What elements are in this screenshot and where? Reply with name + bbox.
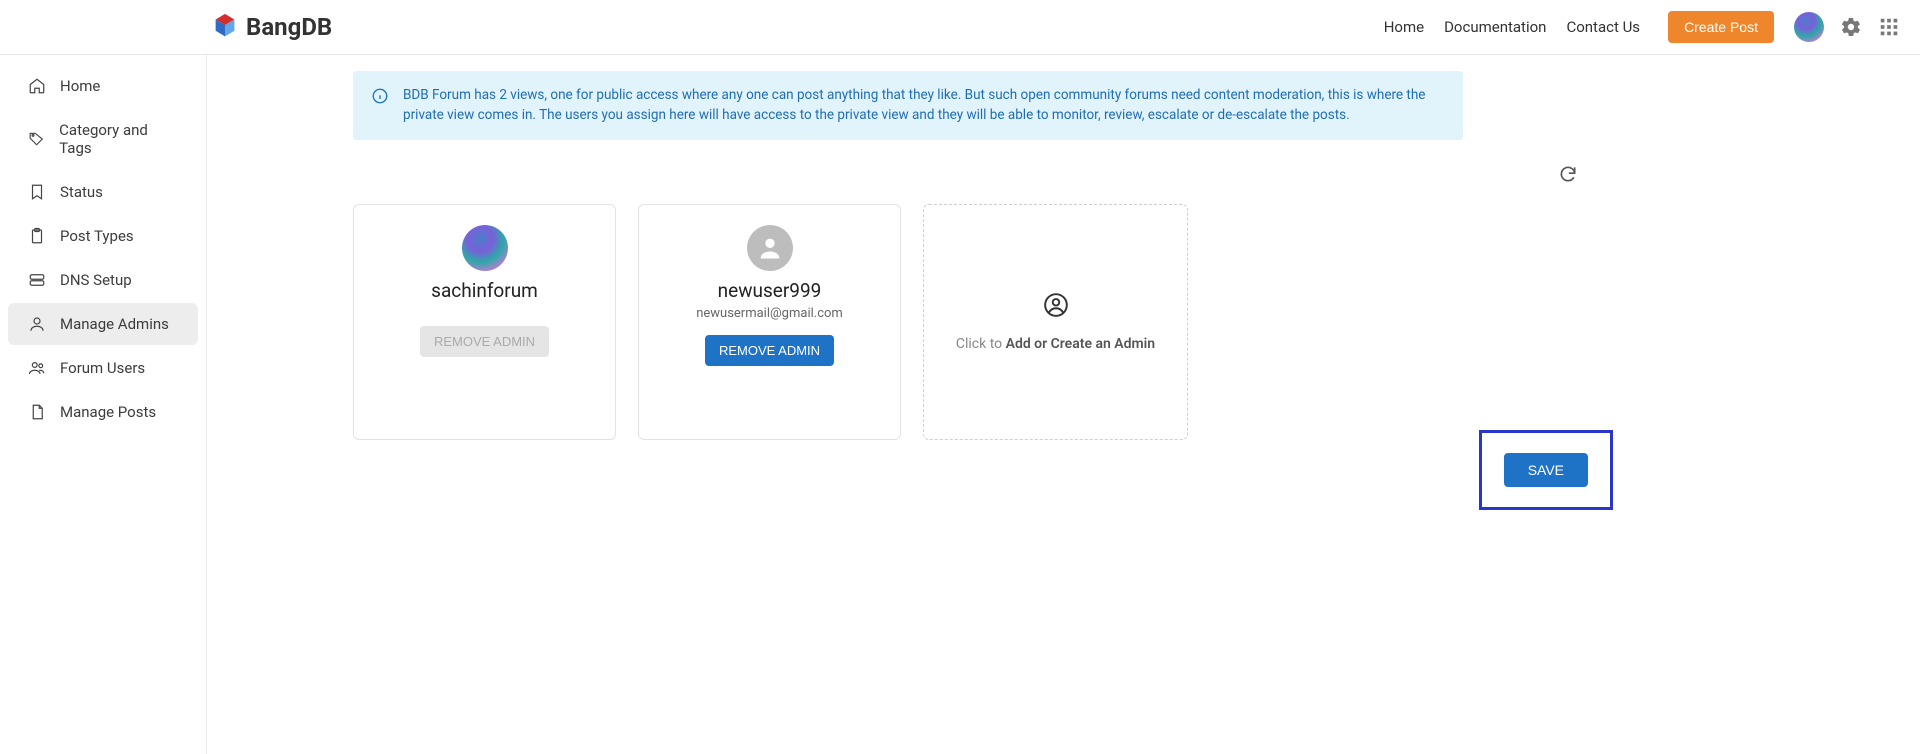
- main-content: BDB Forum has 2 views, one for public ac…: [207, 55, 1920, 754]
- info-banner: BDB Forum has 2 views, one for public ac…: [353, 71, 1463, 140]
- bookmark-icon: [28, 183, 46, 201]
- nav-home[interactable]: Home: [1384, 18, 1424, 36]
- nav-contact-us[interactable]: Contact Us: [1566, 18, 1640, 36]
- sidebar-item-dns-setup[interactable]: DNS Setup: [8, 259, 198, 301]
- nav-links: Home Documentation Contact Us Create Pos…: [1384, 11, 1774, 43]
- sidebar-item-status[interactable]: Status: [8, 171, 198, 213]
- admin-email: newusermail@gmail.com: [696, 306, 843, 321]
- sidebar-item-label: Post Types: [60, 227, 134, 245]
- sidebar-item-label: DNS Setup: [60, 271, 132, 289]
- tag-icon: [28, 130, 45, 148]
- sidebar-item-label: Manage Admins: [60, 315, 169, 333]
- admin-avatar-icon: [462, 225, 508, 271]
- user-icon: [28, 315, 46, 333]
- create-post-button[interactable]: Create Post: [1668, 11, 1774, 43]
- sidebar-item-label: Forum Users: [60, 359, 145, 377]
- admin-avatar-icon: [747, 225, 793, 271]
- document-icon: [28, 403, 46, 421]
- sidebar-item-forum-users[interactable]: Forum Users: [8, 347, 198, 389]
- toolbar: [353, 164, 1578, 184]
- users-icon: [28, 359, 46, 377]
- apps-grid-icon[interactable]: [1878, 16, 1900, 38]
- sidebar: Home Category and Tags Status Post Types…: [0, 55, 207, 754]
- admin-card: sachinforum REMOVE ADMIN: [353, 204, 616, 440]
- header: BangDB Home Documentation Contact Us Cre…: [0, 0, 1920, 55]
- sidebar-item-label: Manage Posts: [60, 403, 156, 421]
- remove-admin-button[interactable]: REMOVE ADMIN: [705, 335, 834, 366]
- sidebar-item-manage-posts[interactable]: Manage Posts: [8, 391, 198, 433]
- brand[interactable]: BangDB: [210, 12, 332, 42]
- sidebar-item-label: Status: [60, 183, 103, 201]
- save-highlight-box: SAVE: [1479, 430, 1613, 510]
- remove-admin-button: REMOVE ADMIN: [420, 326, 549, 357]
- add-admin-card[interactable]: Click to Add or Create an Admin: [923, 204, 1188, 440]
- server-icon: [28, 271, 46, 289]
- sidebar-item-manage-admins[interactable]: Manage Admins: [8, 303, 198, 345]
- sidebar-item-label: Home: [60, 77, 100, 95]
- user-avatar-icon[interactable]: [1794, 12, 1824, 42]
- home-icon: [28, 77, 46, 95]
- admin-name: sachinforum: [431, 279, 538, 302]
- admin-name: newuser999: [718, 279, 822, 302]
- brand-logo-icon: [210, 12, 240, 42]
- sidebar-item-category-tags[interactable]: Category and Tags: [8, 109, 198, 169]
- gear-icon[interactable]: [1840, 16, 1862, 38]
- add-admin-text: Click to Add or Create an Admin: [956, 336, 1155, 352]
- admin-cards-row: sachinforum REMOVE ADMIN newuser999 newu…: [353, 204, 1894, 440]
- save-area: SAVE: [353, 430, 1613, 510]
- refresh-icon[interactable]: [1558, 164, 1578, 184]
- person-circle-icon: [1043, 292, 1069, 318]
- nav-documentation[interactable]: Documentation: [1444, 18, 1546, 36]
- sidebar-item-home[interactable]: Home: [8, 65, 198, 107]
- info-icon: [371, 85, 389, 126]
- brand-name: BangDB: [246, 13, 332, 41]
- sidebar-item-label: Category and Tags: [59, 121, 178, 157]
- save-button[interactable]: SAVE: [1504, 453, 1588, 487]
- clipboard-icon: [28, 227, 46, 245]
- sidebar-item-post-types[interactable]: Post Types: [8, 215, 198, 257]
- header-icons: [1794, 12, 1900, 42]
- info-text: BDB Forum has 2 views, one for public ac…: [403, 85, 1445, 126]
- admin-card: newuser999 newusermail@gmail.com REMOVE …: [638, 204, 901, 440]
